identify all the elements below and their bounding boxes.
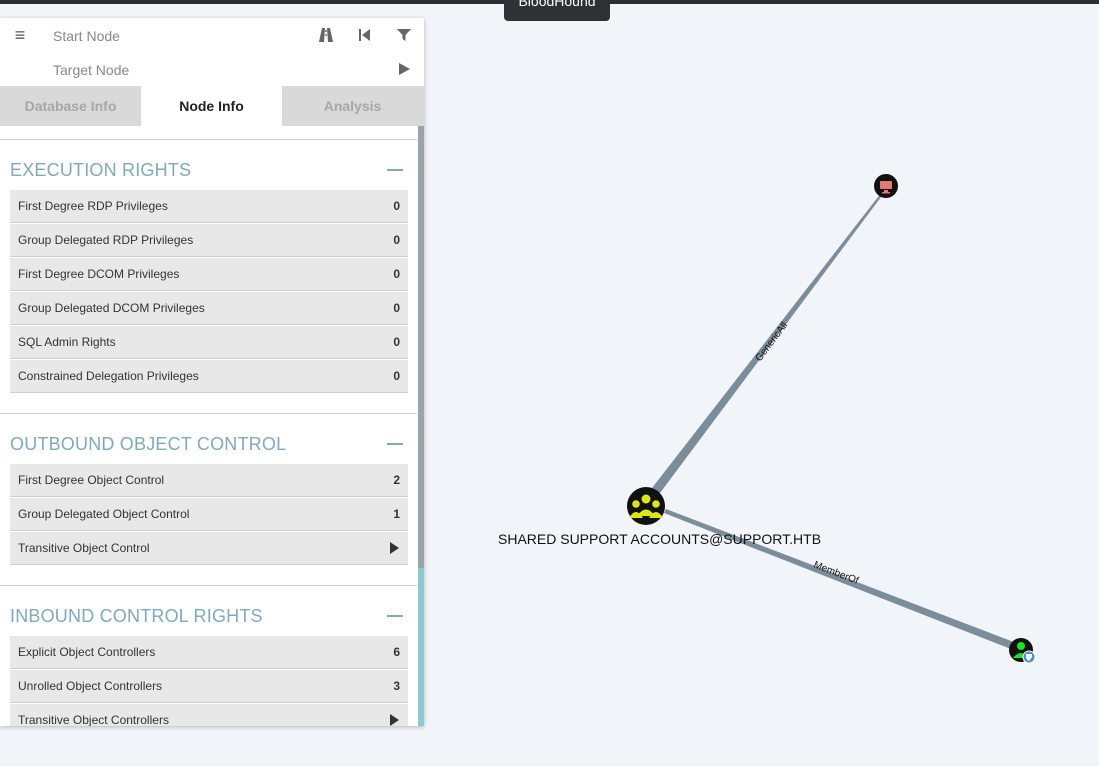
section-title-outbound-object-control: OUTBOUND OBJECT CONTROL xyxy=(10,434,287,454)
row-label: Unrolled Object Controllers xyxy=(18,679,163,693)
tab-database-info[interactable]: Database Info xyxy=(0,86,141,126)
target-node-input[interactable] xyxy=(51,58,295,82)
row-count: 0 xyxy=(393,199,400,213)
section-divider xyxy=(0,585,417,586)
list-item[interactable]: Transitive Object Controllers xyxy=(10,704,408,726)
row-label: First Degree DCOM Privileges xyxy=(18,267,180,281)
pathfinding-icon[interactable] xyxy=(316,25,336,45)
target-node-row xyxy=(0,52,424,86)
tab-node-info[interactable]: Node Info xyxy=(141,86,282,126)
shield-icon xyxy=(1022,650,1036,664)
row-count: 3 xyxy=(393,679,400,693)
row-label: SQL Admin Rights xyxy=(18,335,116,349)
list-item[interactable]: Transitive Object Control xyxy=(10,532,408,565)
list-item[interactable]: Group Delegated DCOM Privileges 0 xyxy=(10,292,408,325)
row-label: Group Delegated DCOM Privileges xyxy=(18,301,205,315)
list-item[interactable]: First Degree DCOM Privileges 0 xyxy=(10,258,408,291)
row-count: 1 xyxy=(393,507,400,521)
list-item[interactable]: Explicit Object Controllers 6 xyxy=(10,636,408,669)
graph-canvas[interactable]: GenericAll MemberOf SHARED SUPPORT ACCOU… xyxy=(424,0,1099,761)
section-title-inbound-control-rights: INBOUND CONTROL RIGHTS xyxy=(10,606,263,626)
list-item[interactable]: SQL Admin Rights 0 xyxy=(10,326,408,359)
menu-icon[interactable]: ≡ xyxy=(10,25,30,45)
computer-node[interactable] xyxy=(874,174,898,198)
list-item[interactable]: Unrolled Object Controllers 3 xyxy=(10,670,408,703)
filter-icon[interactable] xyxy=(394,25,414,45)
play-icon[interactable] xyxy=(394,59,414,79)
row-label: First Degree Object Control xyxy=(18,473,165,487)
graph-svg: GenericAll MemberOf xyxy=(627,174,1036,664)
row-count: 0 xyxy=(393,301,400,315)
row-label: First Degree RDP Privileges xyxy=(18,199,168,213)
search-panel: ≡ Database Info Node Info Analysis EXECU… xyxy=(0,18,424,726)
row-count: 2 xyxy=(393,473,400,487)
section-divider xyxy=(0,413,417,414)
row-label: Group Delegated RDP Privileges xyxy=(18,233,194,247)
row-label: Constrained Delegation Privileges xyxy=(18,369,199,383)
list-item[interactable]: First Degree RDP Privileges 0 xyxy=(10,190,408,223)
row-label: Group Delegated Object Control xyxy=(18,507,190,521)
list-item[interactable]: First Degree Object Control 2 xyxy=(10,464,408,497)
section-divider xyxy=(0,139,417,140)
row-label: Transitive Object Control xyxy=(18,541,150,555)
row-count: 0 xyxy=(393,335,400,349)
play-icon xyxy=(390,542,399,554)
group-node-label: SHARED SUPPORT ACCOUNTS@SUPPORT.HTB xyxy=(498,531,822,547)
row-count: 0 xyxy=(393,267,400,281)
collapse-inbound-control-rights-icon[interactable] xyxy=(387,615,403,617)
list-item[interactable]: Group Delegated Object Control 1 xyxy=(10,498,408,531)
node-info-content: EXECUTION RIGHTS First Degree RDP Privil… xyxy=(0,126,417,726)
start-node-row: ≡ xyxy=(0,18,424,52)
tab-bar: Database Info Node Info Analysis xyxy=(0,86,424,126)
collapse-execution-rights-icon[interactable] xyxy=(387,169,403,171)
edge-label-generic-all: GenericAll xyxy=(754,320,791,363)
list-item[interactable]: Constrained Delegation Privileges 0 xyxy=(10,360,408,393)
list-item[interactable]: Group Delegated RDP Privileges 0 xyxy=(10,224,408,257)
section-title-execution-rights: EXECUTION RIGHTS xyxy=(10,160,192,180)
start-node-input[interactable] xyxy=(51,24,295,48)
play-icon xyxy=(390,714,399,726)
group-node[interactable] xyxy=(627,487,665,525)
row-label: Explicit Object Controllers xyxy=(18,645,156,659)
user-node[interactable] xyxy=(1009,638,1036,664)
tab-analysis[interactable]: Analysis xyxy=(282,86,423,126)
row-label: Transitive Object Controllers xyxy=(18,713,169,726)
row-count: 0 xyxy=(393,369,400,383)
collapse-outbound-object-control-icon[interactable] xyxy=(387,443,403,445)
back-icon[interactable] xyxy=(355,25,375,45)
row-count: 0 xyxy=(393,233,400,247)
row-count: 6 xyxy=(393,645,400,659)
